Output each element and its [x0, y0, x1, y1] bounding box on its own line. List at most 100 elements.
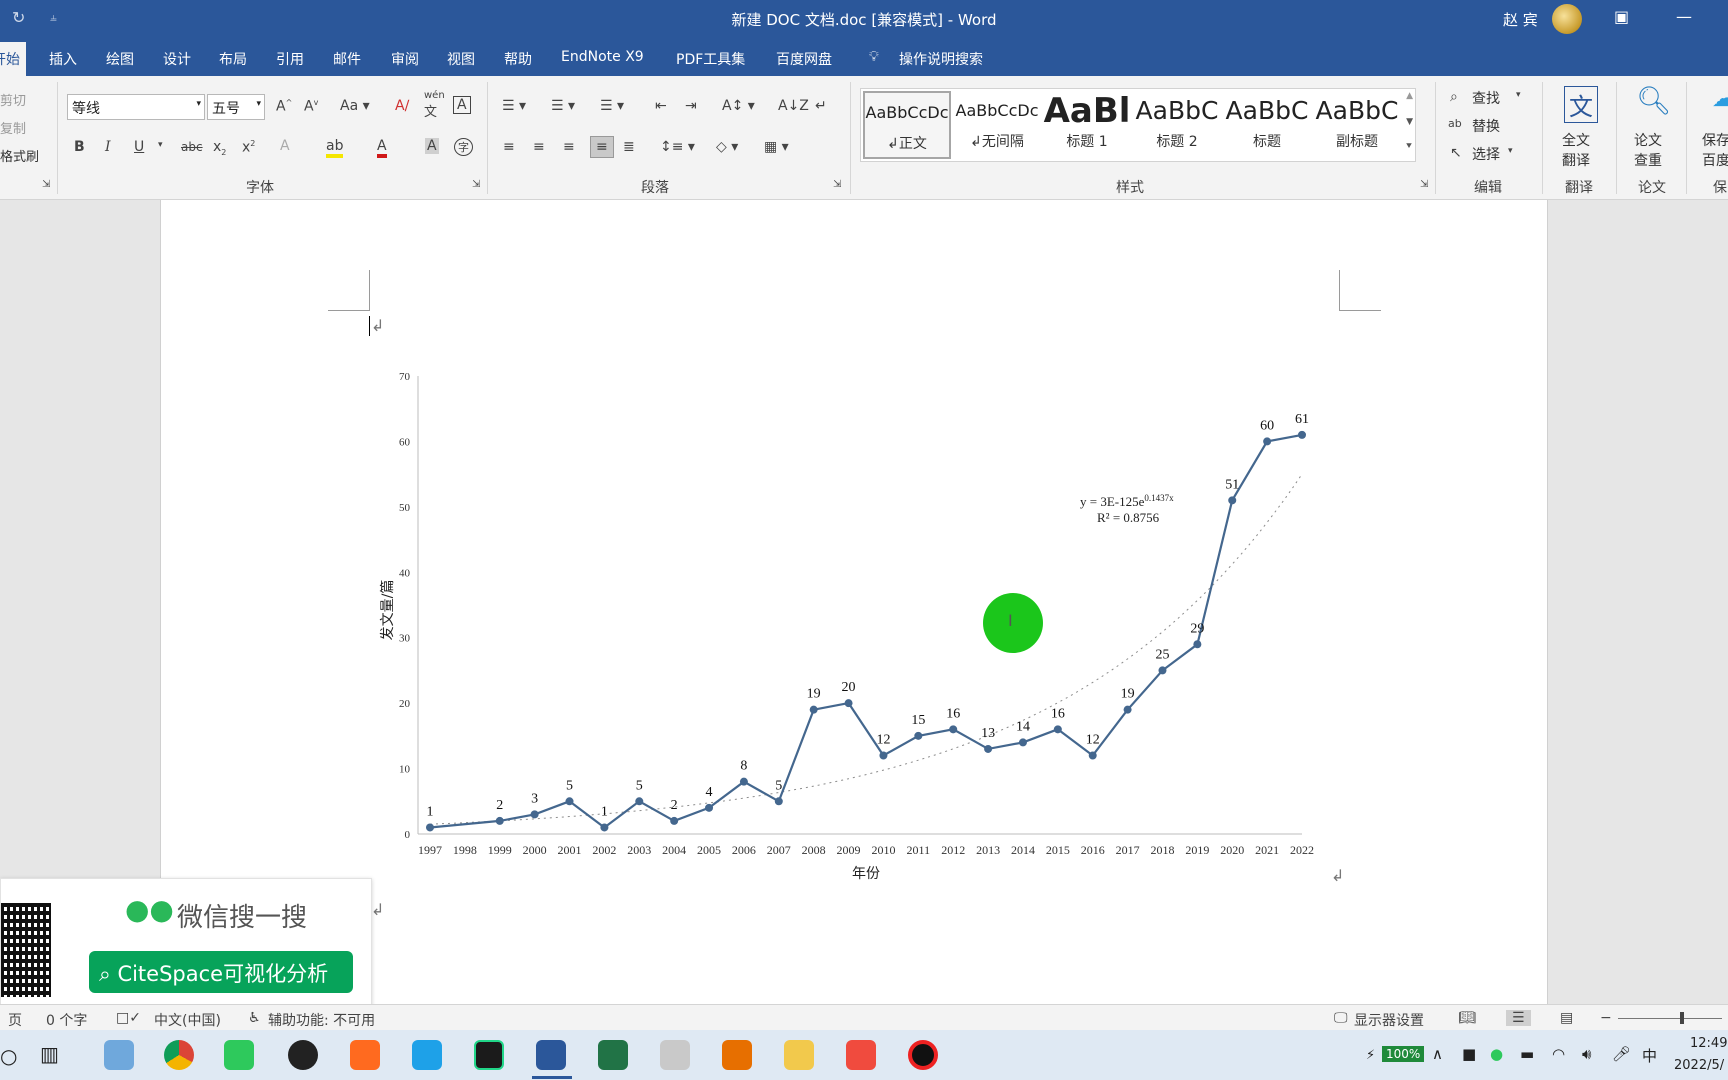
wechat-search-overlay[interactable]: ●● 微信搜一搜 ⌕ CiteSpace可视化分析: [0, 878, 372, 1012]
copy-button[interactable]: 复制: [0, 118, 26, 137]
find-icon[interactable]: ⌕: [1450, 89, 1458, 105]
bold-icon[interactable]: B: [74, 139, 85, 155]
word-icon[interactable]: [536, 1040, 566, 1070]
select-arrow-icon[interactable]: ↖: [1450, 145, 1462, 161]
word-count[interactable]: 0 个字: [46, 1010, 87, 1030]
shading-icon[interactable]: ◇ ▾: [716, 139, 738, 155]
microphone-icon[interactable]: 🎤︎: [1612, 1045, 1631, 1063]
character-shading-icon[interactable]: A: [425, 138, 439, 154]
sort-icon[interactable]: A↓Z: [778, 98, 809, 114]
text-direction-icon[interactable]: A↕ ▾: [722, 98, 755, 114]
wps-icon[interactable]: [846, 1040, 876, 1070]
phonetic-guide-icon[interactable]: wén 文: [424, 90, 445, 120]
numbering-icon[interactable]: ☰ ▾: [551, 98, 575, 114]
gallery-more-icon[interactable]: ⯆: [1405, 141, 1413, 152]
style-normal[interactable]: AaBbCcDc ↲正文: [863, 91, 951, 159]
tab-layout[interactable]: 布局: [219, 49, 247, 69]
display-settings-icon[interactable]: 🖵︎: [1334, 1010, 1348, 1026]
accessibility-icon[interactable]: ♿︎: [248, 1010, 261, 1026]
highlight-color-icon[interactable]: ab: [326, 138, 344, 158]
style-title[interactable]: AaBbC 标题: [1223, 91, 1311, 159]
minimize-button[interactable]: —: [1676, 7, 1692, 26]
wechat-tray-icon[interactable]: ●: [1490, 1045, 1503, 1063]
font-launcher-icon[interactable]: ⇲: [472, 179, 480, 190]
italic-icon[interactable]: I: [105, 139, 111, 155]
clear-formatting-icon[interactable]: A∕: [395, 98, 409, 114]
paper-check-button[interactable]: 论文 查重: [1634, 130, 1662, 170]
task-view-icon[interactable]: ▥: [40, 1042, 59, 1066]
full-text-translate-button[interactable]: 全文 翻译: [1562, 130, 1590, 170]
tab-mailings[interactable]: 邮件: [333, 49, 361, 69]
justify-icon[interactable]: ≡: [590, 136, 614, 158]
qq-icon[interactable]: [288, 1040, 318, 1070]
style-heading-1[interactable]: AaBl 标题 1: [1043, 91, 1131, 159]
increase-indent-icon[interactable]: ⇥: [685, 98, 697, 114]
styles-launcher-icon[interactable]: ⇲: [1420, 179, 1428, 190]
character-border-icon[interactable]: A: [453, 96, 471, 114]
file-explorer-icon[interactable]: [784, 1040, 814, 1070]
java-icon[interactable]: [722, 1040, 752, 1070]
app-gray-icon[interactable]: [660, 1040, 690, 1070]
tab-design[interactable]: 设计: [163, 49, 191, 69]
text-effects-icon[interactable]: A: [280, 138, 290, 154]
subscript-icon[interactable]: x2: [213, 139, 226, 157]
accessibility-status[interactable]: 辅助功能: 不可用: [268, 1010, 375, 1030]
start-button[interactable]: ○: [0, 1044, 17, 1068]
zoom-slider[interactable]: [1618, 1018, 1722, 1019]
tab-home[interactable]: 开始: [0, 42, 26, 76]
pycharm-icon[interactable]: [474, 1040, 504, 1070]
align-right-icon[interactable]: ≡: [563, 139, 575, 155]
user-name[interactable]: 赵 宾: [1503, 9, 1538, 30]
line-spacing-icon[interactable]: ↕≡ ▾: [660, 139, 695, 155]
borders-icon[interactable]: ▦ ▾: [764, 139, 789, 155]
page-indicator[interactable]: 页: [8, 1010, 22, 1030]
distributed-icon[interactable]: ≣: [623, 139, 635, 155]
display-settings-button[interactable]: 显示器设置: [1354, 1010, 1424, 1030]
style-no-spacing[interactable]: AaBbCcDc ↲无间隔: [953, 91, 1041, 159]
chevron-down-icon[interactable]: ▾: [158, 140, 163, 150]
excel-icon[interactable]: [598, 1040, 628, 1070]
change-case-icon[interactable]: Aa ▾: [340, 98, 370, 114]
ime-indicator[interactable]: 中: [1642, 1045, 1657, 1066]
power-icon[interactable]: ⚡: [1366, 1048, 1375, 1063]
gallery-down-icon[interactable]: ▼: [1406, 117, 1413, 127]
publication-trend-chart[interactable]: 0 10 20 30 40 50 60 70 1997 1998 1999 2000 2001 2002 2…: [372, 360, 1332, 880]
decrease-indent-icon[interactable]: ⇤: [655, 98, 667, 114]
zoom-out-icon[interactable]: −: [1600, 1010, 1612, 1026]
clipboard-launcher-icon[interactable]: ⇲: [42, 179, 50, 190]
volume-icon[interactable]: 🔊︎: [1582, 1045, 1591, 1063]
battery-indicator[interactable]: 100%: [1382, 1046, 1425, 1062]
strikethrough-icon[interactable]: abc: [181, 140, 203, 154]
bullets-icon[interactable]: ☰ ▾: [502, 98, 526, 114]
enclose-characters-icon[interactable]: 字: [454, 138, 473, 156]
app-orange-icon[interactable]: [350, 1040, 380, 1070]
recorder-icon[interactable]: [908, 1040, 938, 1070]
zoom-slider-thumb[interactable]: [1680, 1012, 1684, 1024]
clock-time[interactable]: 12:49: [1690, 1036, 1727, 1051]
chevron-down-icon[interactable]: ▾: [1508, 146, 1513, 156]
tell-me-search[interactable]: 操作说明搜索: [899, 49, 983, 69]
chrome-icon[interactable]: [164, 1040, 194, 1070]
tab-draw[interactable]: 绘图: [106, 49, 134, 69]
language-indicator[interactable]: 中文(中国): [154, 1010, 221, 1030]
tab-view[interactable]: 视图: [447, 49, 475, 69]
chevron-down-icon[interactable]: ▾: [1516, 90, 1521, 100]
tab-help[interactable]: 帮助: [504, 49, 532, 69]
this-pc-icon[interactable]: [104, 1040, 134, 1070]
multilevel-list-icon[interactable]: ☰ ▾: [600, 98, 624, 114]
underline-icon[interactable]: U: [134, 139, 144, 155]
tab-insert[interactable]: 插入: [49, 49, 77, 69]
tray-app-icon[interactable]: ■: [1462, 1045, 1476, 1063]
save-to-baidu-button[interactable]: 保存 百度: [1702, 130, 1728, 170]
grow-font-icon[interactable]: A^: [276, 98, 292, 115]
tab-pdf-tools[interactable]: PDF工具集: [676, 49, 745, 69]
ribbon-display-options-icon[interactable]: ▣: [1614, 7, 1629, 26]
font-color-icon[interactable]: A: [377, 138, 387, 158]
select-button[interactable]: 选择: [1472, 144, 1500, 164]
feishu-icon[interactable]: [412, 1040, 442, 1070]
font-name-dropdown[interactable]: 等线 ▾: [67, 94, 205, 120]
citespace-search-button[interactable]: ⌕ CiteSpace可视化分析: [89, 951, 353, 993]
superscript-icon[interactable]: x2: [242, 139, 255, 156]
print-layout-icon[interactable]: ☰: [1506, 1010, 1531, 1026]
wifi-icon[interactable]: ◠: [1552, 1045, 1565, 1063]
